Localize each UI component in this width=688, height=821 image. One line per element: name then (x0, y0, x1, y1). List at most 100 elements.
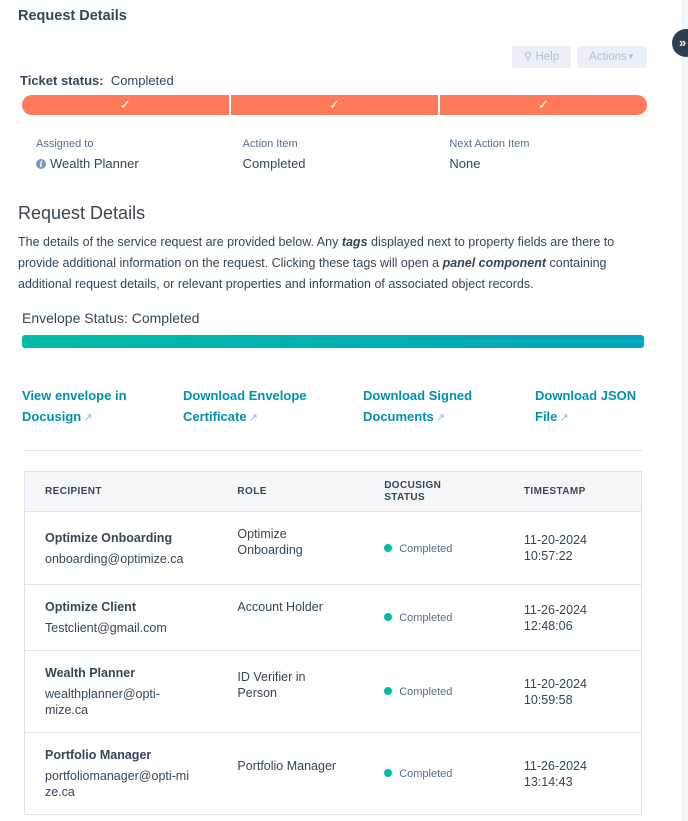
table-row: Optimize Onboarding onboarding@optimize.c… (24, 511, 642, 585)
desc-emphasis-panel: panel component (442, 256, 547, 270)
recipient-email: Testclient@gmail.com (45, 621, 167, 635)
role-cell: Optimize Onboarding (217, 511, 365, 585)
column-header-role: ROLE (217, 471, 365, 512)
column-header-timestamp: TIMESTAMP (503, 471, 642, 512)
external-link-icon: ↗ (435, 412, 446, 424)
link-text: Download JSON (535, 388, 637, 403)
table-row: Wealth Planner wealthplanner@opti-mize.ca… (24, 650, 642, 733)
external-link-icon: ↗ (248, 412, 258, 424)
property-label: Assigned to (36, 138, 94, 150)
timestamp-date: 11-26-2024 (523, 602, 587, 617)
property-label: Action Item (242, 138, 298, 150)
check-icon: ✓ (120, 97, 131, 112)
status-dot-icon (384, 543, 393, 552)
collapse-panel-button[interactable]: » (672, 29, 688, 57)
recipients-table: RECIPIENT ROLE DOCUSIGN STATUS TIMESTAMP… (24, 471, 642, 815)
envelope-progress-bar (22, 335, 644, 348)
table-row: Optimize Client Testclient@gmail.com Acco… (24, 584, 642, 651)
timestamp-cell: 11-26-2024 13:14:43 (503, 732, 642, 815)
property-value-wrap: i Wealth Planner (36, 156, 243, 171)
timestamp-date: 11-20-2024 (523, 676, 587, 691)
check-icon: ✓ (538, 97, 549, 112)
status-cell: Completed (364, 732, 504, 815)
envelope-status: Envelope Status: Completed (22, 310, 200, 326)
recipient-email: portfoliomanager@opti-mize.ca (45, 769, 190, 799)
divider (24, 450, 642, 451)
status-cell: Completed (364, 650, 504, 733)
property-assigned-to: Assigned to i Wealth Planner (36, 138, 243, 171)
recipient-cell: Wealth Planner wealthplanner@opti-mize.ca (24, 650, 218, 733)
recipient-cell: Portfolio Manager portfoliomanager@opti-m… (24, 732, 218, 815)
recipient-cell: Optimize Onboarding onboarding@optimize.c… (24, 511, 218, 585)
link-text: File (535, 409, 558, 424)
recipient-email: wealthplanner@opti-mize.ca (45, 687, 160, 717)
recipient-name: Optimize Onboarding (45, 531, 173, 545)
caret-down-icon: ▼ (626, 52, 635, 61)
link-text: View envelope in (22, 388, 127, 403)
status-dot-icon (384, 769, 393, 777)
role-cell: Portfolio Manager (217, 732, 365, 815)
timestamp-time: 10:59:58 (523, 692, 573, 707)
property-label: Next Action Item (449, 138, 530, 150)
desc-text: The details of the service request are p… (18, 235, 342, 249)
view-envelope-link[interactable]: View envelope in Docusign ↗ (22, 385, 127, 429)
desc-emphasis-tags: tags (341, 235, 368, 249)
panel-title: Request Details (18, 8, 127, 24)
actions-label: Actions (589, 51, 627, 63)
timestamp-cell: 11-20-2024 10:57:22 (503, 511, 642, 585)
stepper-step: ✓ (231, 95, 438, 115)
property-value: Completed (242, 156, 306, 171)
status-text: Completed (399, 612, 453, 624)
external-link-icon: ↗ (83, 412, 93, 424)
help-label: Help (535, 51, 560, 63)
check-icon: ✓ (329, 97, 340, 112)
section-description: The details of the service request are p… (18, 232, 658, 295)
timestamp-time: 10:57:22 (523, 549, 573, 563)
timestamp-date: 11-26-2024 (523, 758, 587, 773)
table-row: Portfolio Manager portfoliomanager@opti-m… (24, 732, 642, 815)
column-header-status: DOCUSIGN STATUS (364, 471, 504, 512)
section-heading: Request Details (18, 203, 146, 223)
column-header-recipient: RECIPIENT (24, 471, 218, 512)
download-json-link[interactable]: Download JSON File ↗ (535, 385, 636, 429)
link-text: Docusign (22, 409, 82, 424)
download-signed-documents-link[interactable]: Download Signed Documents ↗ (363, 385, 472, 429)
status-cell: Completed (364, 511, 504, 585)
ticket-properties: Assigned to i Wealth Planner Action Item … (36, 138, 656, 171)
recipient-name: Optimize Client (45, 600, 136, 614)
table-header-row: RECIPIENT ROLE DOCUSIGN STATUS TIMESTAMP (24, 471, 642, 512)
right-panel-edge (682, 0, 688, 821)
help-button[interactable]: ⚲ Help (512, 46, 571, 68)
stepper-step: ✓ (440, 95, 647, 115)
status-text: Completed (399, 686, 453, 698)
stepper-step: ✓ (22, 95, 229, 115)
recipient-name: Portfolio Manager (45, 748, 152, 762)
status-dot-icon (384, 687, 393, 695)
link-text: Certificate (183, 409, 247, 424)
role-text: ID Verifier in Person (237, 670, 306, 700)
role-cell: ID Verifier in Person (217, 650, 365, 733)
recipient-email: onboarding@optimize.ca (45, 552, 184, 566)
property-value: Wealth Planner (50, 156, 139, 171)
download-certificate-link[interactable]: Download Envelope Certificate ↗ (183, 385, 307, 429)
info-icon[interactable]: i (36, 159, 46, 169)
status-dot-icon (384, 613, 393, 621)
ticket-status-value: Completed (110, 73, 174, 88)
recipient-cell: Optimize Client Testclient@gmail.com (24, 584, 218, 651)
status-cell: Completed (364, 584, 504, 651)
link-text: Download Envelope (183, 388, 307, 403)
timestamp-date: 11-20-2024 (523, 533, 587, 547)
timestamp-time: 12:48:06 (523, 618, 573, 633)
property-action-item: Action Item Completed (243, 138, 450, 171)
recipient-name: Wealth Planner (45, 666, 136, 680)
property-next-action-item: Next Action Item None (449, 138, 656, 171)
timestamp-cell: 11-20-2024 10:59:58 (503, 650, 642, 733)
double-chevron-right-icon: » (679, 35, 687, 50)
ticket-status-stepper: ✓ ✓ ✓ (22, 95, 647, 115)
status-text: Completed (399, 768, 453, 780)
actions-dropdown-button[interactable]: Actions▼ (577, 46, 647, 68)
role-cell: Account Holder (217, 584, 365, 651)
property-value: None (449, 156, 481, 171)
ticket-status: Ticket status: Completed (20, 73, 174, 88)
external-link-icon: ↗ (559, 412, 569, 424)
